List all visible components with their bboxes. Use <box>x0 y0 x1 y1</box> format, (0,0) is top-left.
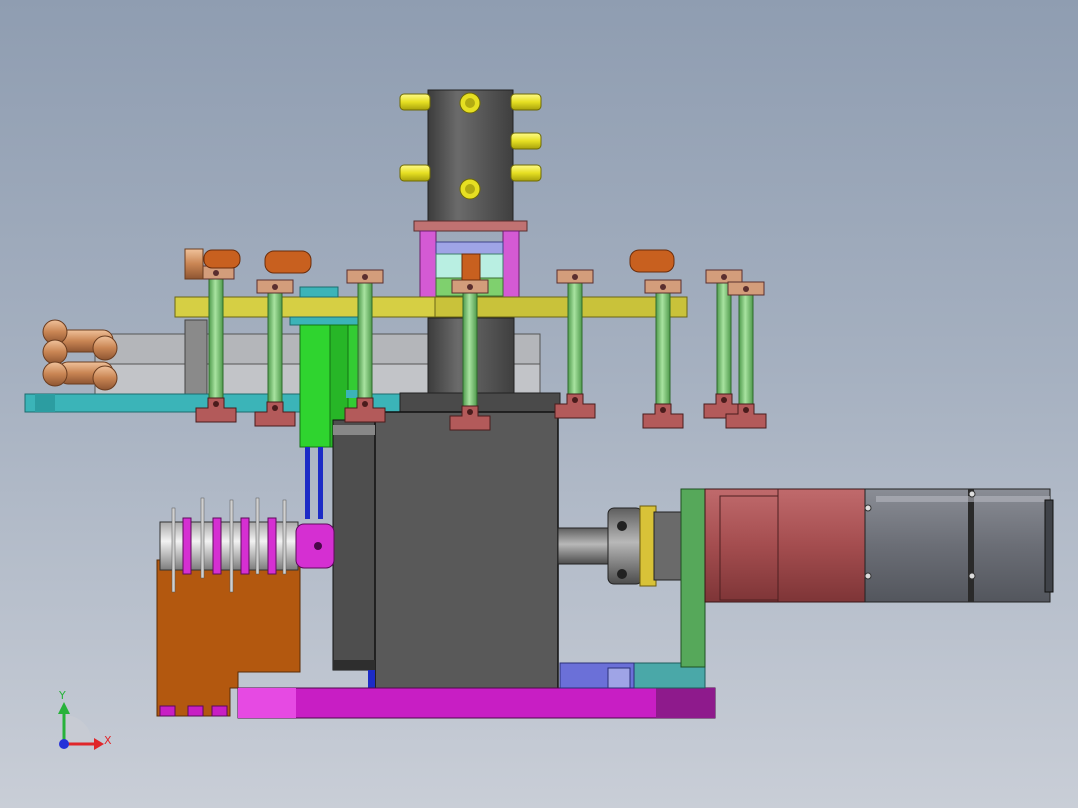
axis-triad: Y X <box>58 689 112 750</box>
coupling <box>557 505 683 587</box>
elbow-fittings-left <box>42 319 118 391</box>
rod-5 <box>554 269 596 419</box>
assembly-drawing: Y X <box>24 89 1054 750</box>
servo-motor <box>704 488 1054 603</box>
x-axis-label: X <box>104 734 112 747</box>
z-axis-dot <box>59 739 69 749</box>
main-block <box>332 392 561 691</box>
cad-viewport[interactable]: Y X <box>0 0 1078 808</box>
top-cylinder <box>399 89 542 223</box>
base-plate <box>237 687 716 719</box>
motor-mount-plate <box>680 488 706 668</box>
y-axis-label: Y <box>58 689 66 702</box>
